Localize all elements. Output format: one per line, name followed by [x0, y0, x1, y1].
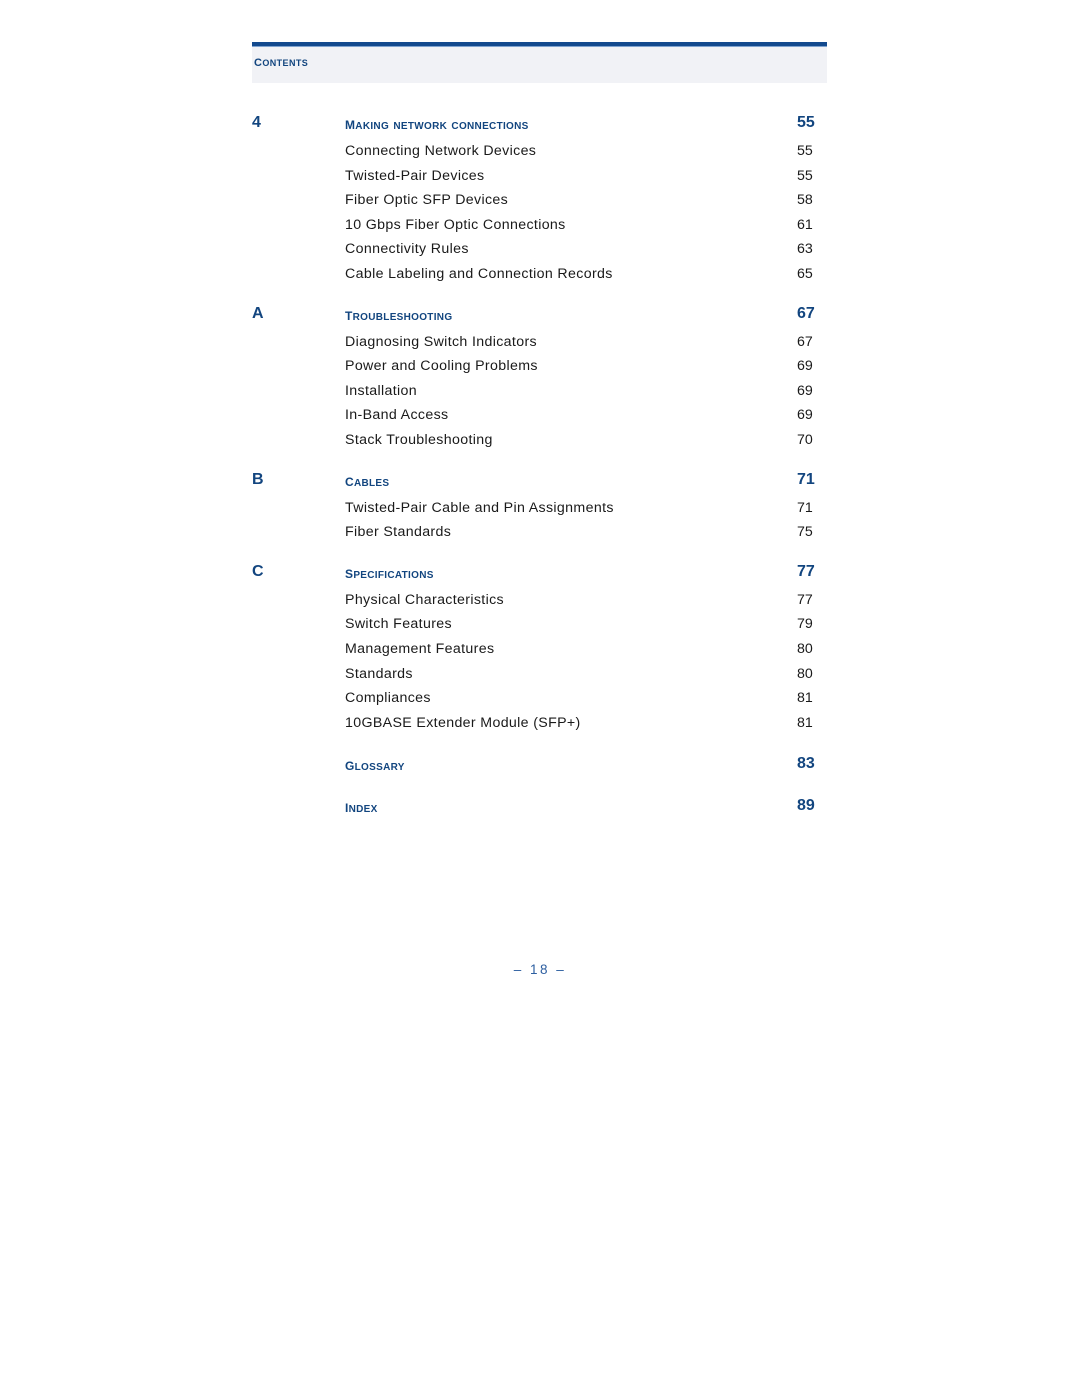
- chapter-number: A: [252, 304, 264, 322]
- standalone-spacer: [0, 737, 1080, 753]
- entry-page-number: 81: [797, 714, 813, 731]
- toc-entry-row[interactable]: Cable Labeling and Connection Records 65: [0, 264, 1080, 289]
- document-page: Contents 4 Making Network Connections 55…: [0, 0, 1080, 1397]
- chapter-title[interactable]: Troubleshooting: [345, 303, 452, 327]
- chapter-page-number: 77: [797, 562, 815, 580]
- toc-entry-row[interactable]: Fiber Standards 75: [0, 522, 1080, 547]
- entry-title[interactable]: Diagnosing Switch Indicators: [345, 332, 537, 352]
- toc-chapter-row[interactable]: 4 Making Network Connections 55: [0, 112, 1080, 141]
- chapter-page-number: 55: [797, 114, 815, 131]
- entry-page-number: 63: [797, 241, 813, 258]
- entry-page-number: 55: [797, 143, 813, 159]
- toc-entry-row[interactable]: Installation 69: [0, 381, 1080, 406]
- entry-title[interactable]: Power and Cooling Problems: [345, 356, 538, 376]
- entry-page-number: 61: [797, 216, 813, 233]
- entry-page-number: 67: [797, 333, 813, 350]
- toc-entry-row[interactable]: Physical Characteristics 77: [0, 590, 1080, 615]
- entry-title[interactable]: Fiber Standards: [345, 522, 451, 542]
- entry-page-number: 80: [797, 640, 813, 657]
- entry-page-number: 70: [797, 431, 813, 448]
- toc-entry-row[interactable]: Fiber Optic SFP Devices 58: [0, 190, 1080, 215]
- toc-entry-row[interactable]: Twisted-Pair Cable and Pin Assignments 7…: [0, 498, 1080, 523]
- entry-title[interactable]: Compliances: [345, 688, 431, 708]
- entry-page-number: 81: [797, 690, 813, 707]
- entry-page-number: 58: [797, 192, 813, 209]
- toc-group: B Cables 71 Twisted-Pair Cable and Pin A…: [0, 469, 1080, 547]
- toc-group: C Specifications 77 Physical Characteris…: [0, 561, 1080, 738]
- index-title[interactable]: Index: [345, 795, 378, 819]
- entry-page-number: 65: [797, 265, 813, 282]
- chapter-title[interactable]: Specifications: [345, 561, 434, 585]
- entry-page-number: 80: [797, 665, 813, 682]
- toc-entry-row[interactable]: Connectivity Rules 63: [0, 239, 1080, 264]
- running-header: Contents: [252, 42, 827, 83]
- toc-group: 4 Making Network Connections 55 Connecti…: [0, 112, 1080, 289]
- entry-page-number: 71: [797, 499, 813, 516]
- toc-entry-row[interactable]: 10 Gbps Fiber Optic Connections 61: [0, 215, 1080, 240]
- glossary-page-number: 83: [797, 755, 815, 773]
- entry-title[interactable]: Connectivity Rules: [345, 239, 469, 259]
- entry-page-number: 75: [797, 524, 813, 541]
- page-footer: – 18 –: [513, 962, 567, 977]
- header-band: Contents: [252, 47, 827, 83]
- chapter-page-number: 67: [797, 304, 815, 322]
- toc-entry-row[interactable]: Standards 80: [0, 664, 1080, 689]
- entry-title[interactable]: Fiber Optic SFP Devices: [345, 190, 508, 210]
- toc-entry-row[interactable]: Management Features 80: [0, 639, 1080, 664]
- index-page-number: 89: [797, 797, 815, 815]
- toc-entry-row[interactable]: In-Band Access 69: [0, 405, 1080, 430]
- entry-page-number: 79: [797, 616, 813, 633]
- chapter-page-number: 71: [797, 470, 815, 488]
- entry-page-number: 77: [797, 591, 813, 608]
- entry-title[interactable]: Switch Features: [345, 614, 452, 634]
- toc-entry-row[interactable]: Compliances 81: [0, 688, 1080, 713]
- running-header-label: Contents: [254, 53, 309, 70]
- chapter-number: B: [252, 470, 264, 488]
- entry-title[interactable]: Twisted-Pair Devices: [345, 166, 484, 186]
- entry-page-number: 55: [797, 167, 813, 184]
- entry-title[interactable]: Management Features: [345, 639, 494, 659]
- toc-entry-row[interactable]: Diagnosing Switch Indicators 67: [0, 332, 1080, 357]
- toc-standalone-row[interactable]: Glossary 83: [0, 753, 1080, 795]
- table-of-contents: 4 Making Network Connections 55 Connecti…: [0, 112, 1080, 837]
- entry-title[interactable]: Cable Labeling and Connection Records: [345, 264, 613, 284]
- toc-entry-row[interactable]: Connecting Network Devices 55: [0, 141, 1080, 166]
- toc-chapter-row[interactable]: B Cables 71: [0, 469, 1080, 498]
- toc-entry-row[interactable]: Twisted-Pair Devices 55: [0, 166, 1080, 191]
- entry-title[interactable]: 10 Gbps Fiber Optic Connections: [345, 215, 566, 235]
- entry-page-number: 69: [797, 358, 813, 375]
- toc-chapter-row[interactable]: C Specifications 77: [0, 561, 1080, 590]
- toc-entry-row[interactable]: Switch Features 79: [0, 614, 1080, 639]
- entry-title[interactable]: Twisted-Pair Cable and Pin Assignments: [345, 498, 614, 518]
- chapter-number: 4: [252, 114, 261, 131]
- entry-title[interactable]: Connecting Network Devices: [345, 141, 536, 161]
- toc-entry-row[interactable]: Stack Troubleshooting 70: [0, 430, 1080, 455]
- chapter-title[interactable]: Making Network Connections: [345, 112, 529, 136]
- entry-title[interactable]: Installation: [345, 381, 417, 401]
- toc-entry-row[interactable]: Power and Cooling Problems 69: [0, 356, 1080, 381]
- chapter-title[interactable]: Cables: [345, 469, 389, 493]
- chapter-number: C: [252, 562, 264, 580]
- entry-title[interactable]: In-Band Access: [345, 405, 448, 425]
- glossary-title[interactable]: Glossary: [345, 753, 405, 777]
- entry-title[interactable]: 10GBASE Extender Module (SFP+): [345, 713, 581, 733]
- toc-entry-row[interactable]: 10GBASE Extender Module (SFP+) 81: [0, 713, 1080, 738]
- toc-chapter-row[interactable]: A Troubleshooting 67: [0, 303, 1080, 332]
- entry-title[interactable]: Standards: [345, 664, 413, 684]
- entry-title[interactable]: Physical Characteristics: [345, 590, 504, 610]
- toc-standalone-row[interactable]: Index 89: [0, 795, 1080, 837]
- entry-page-number: 69: [797, 407, 813, 424]
- toc-group: A Troubleshooting 67 Diagnosing Switch I…: [0, 303, 1080, 455]
- entry-page-number: 69: [797, 382, 813, 399]
- entry-title[interactable]: Stack Troubleshooting: [345, 430, 493, 450]
